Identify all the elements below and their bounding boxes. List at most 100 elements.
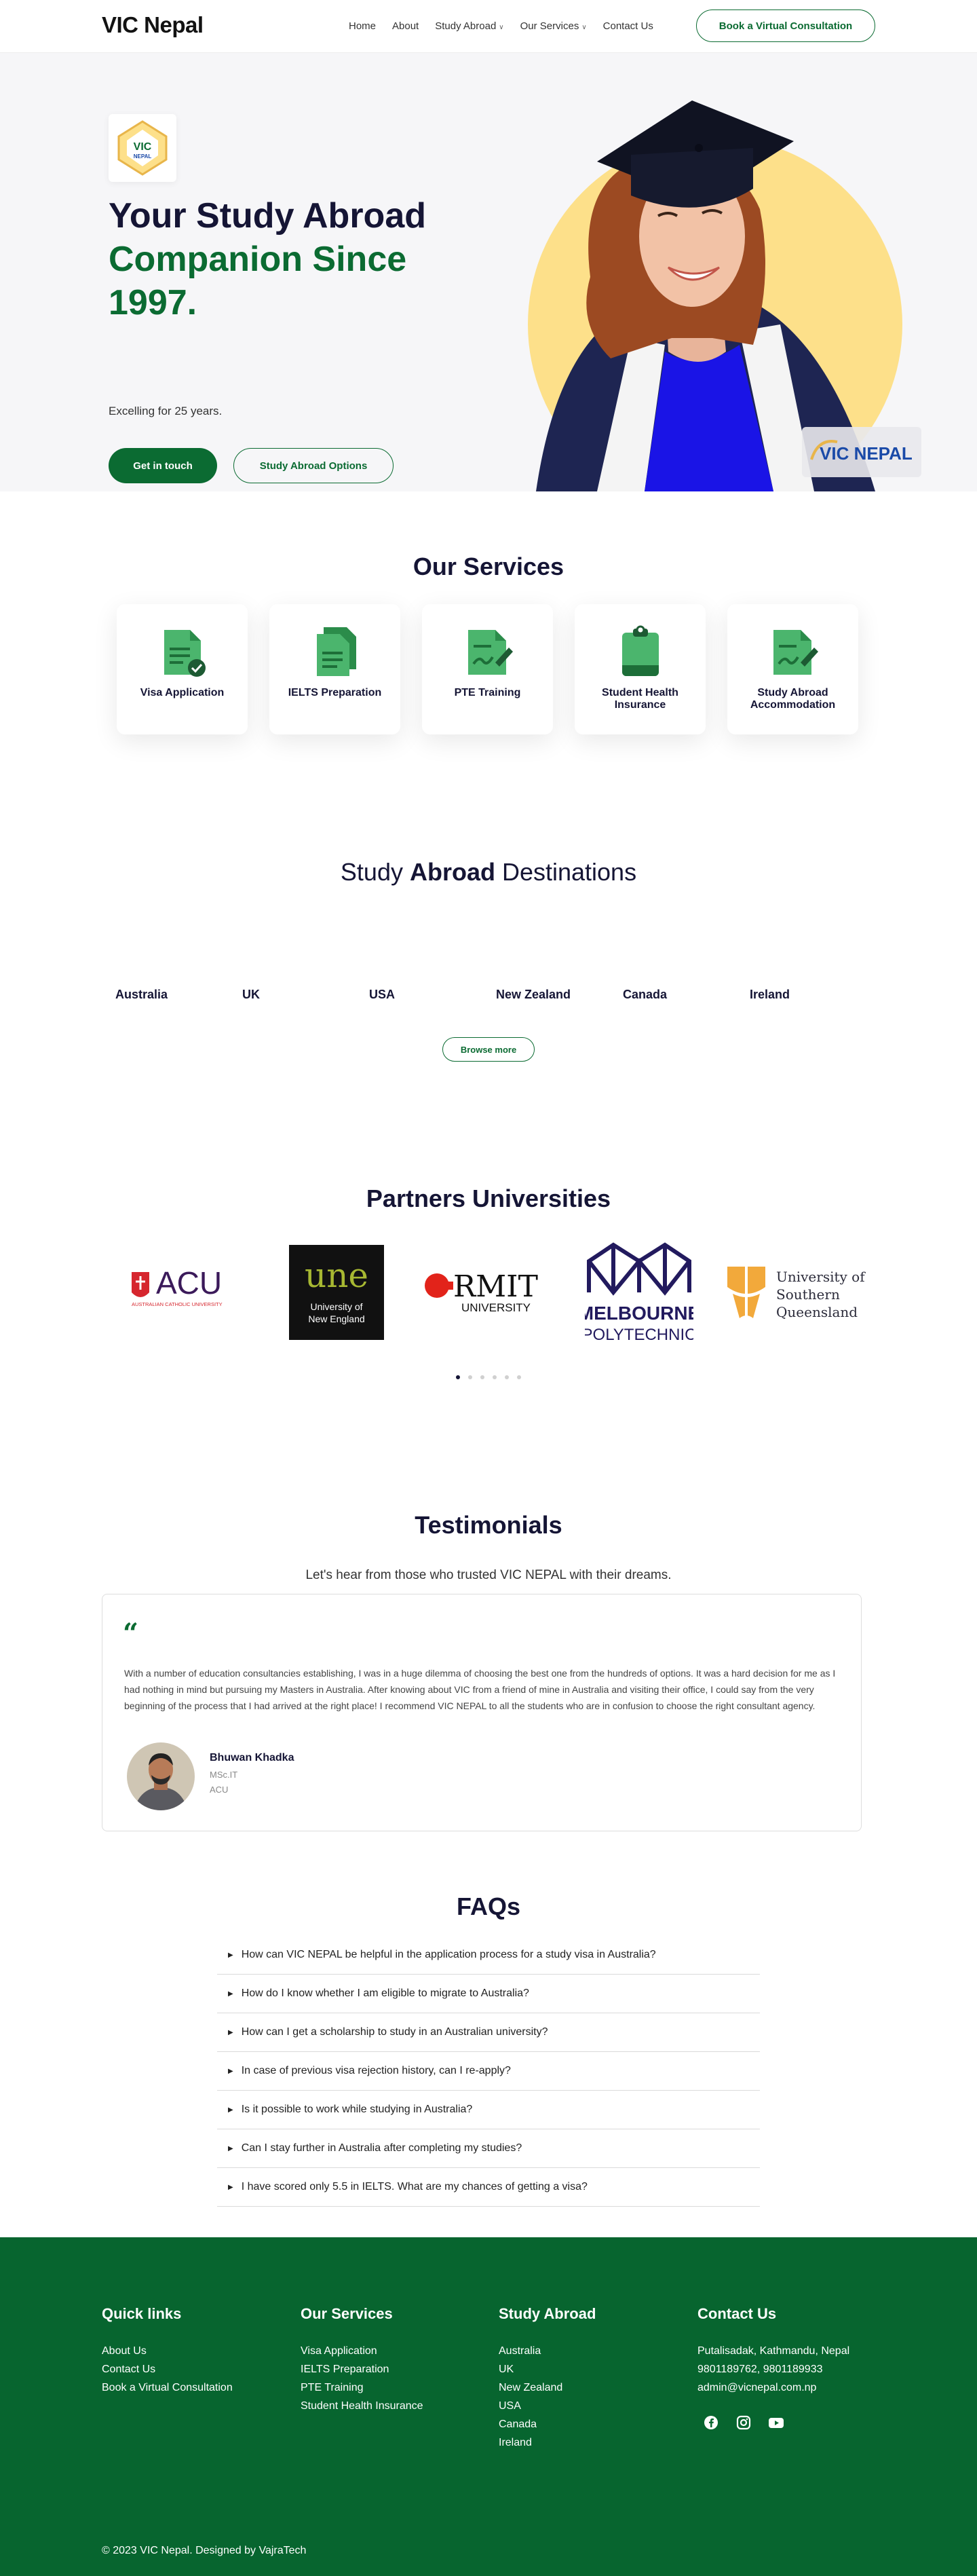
- vic-shield-icon: VIC NEPAL: [117, 120, 168, 176]
- partners-title: Partners Universities: [366, 1184, 611, 1212]
- testimonial-card: “ With a number of education consultanci…: [102, 1594, 862, 1831]
- acu-name: ACU: [156, 1265, 222, 1301]
- service-card-visa[interactable]: Visa Application: [117, 604, 248, 734]
- footer-link[interactable]: Visa Application: [301, 2342, 423, 2360]
- hero-title-line2: Companion Since: [109, 240, 407, 279]
- service-label: PTE Training: [454, 687, 521, 698]
- service-label: IELTS Preparation: [288, 687, 382, 698]
- usq-logo[interactable]: University of Southern Queensland: [723, 1264, 866, 1322]
- study-abroad-options-button[interactable]: Study Abroad Options: [233, 448, 394, 483]
- footer-link[interactable]: Australia: [499, 2342, 596, 2360]
- footer-link[interactable]: Student Health Insurance: [301, 2397, 423, 2415]
- caret-right-icon: ▶: [228, 2144, 233, 2152]
- testimonial-name: Bhuwan Khadka: [210, 1752, 294, 1763]
- hero-section: VIC NEPAL Your Study Abroad Companion Si…: [0, 53, 977, 491]
- faq-question: How can VIC NEPAL be helpful in the appl…: [241, 1949, 656, 1960]
- faq-question: Can I stay further in Australia after co…: [241, 2142, 522, 2154]
- destination-usa[interactable]: USA: [369, 988, 496, 1002]
- footer-link[interactable]: Contact Us: [102, 2360, 233, 2378]
- service-card-pte[interactable]: PTE Training: [422, 604, 553, 734]
- badge-vic-text: VIC: [134, 141, 152, 153]
- melbourne-polytechnic-logo[interactable]: MELBOURNE POLYTECHNIC: [585, 1241, 693, 1347]
- acu-logo[interactable]: ACU AUSTRALIAN CATHOLIC UNIVERSITY: [129, 1263, 244, 1317]
- destination-ireland[interactable]: Ireland: [750, 988, 877, 1002]
- footer-link[interactable]: USA: [499, 2397, 596, 2415]
- avatar: [127, 1742, 195, 1810]
- youtube-icon[interactable]: [767, 2413, 786, 2432]
- rmit-logo[interactable]: RMIT UNIVERSITY: [421, 1264, 556, 1318]
- hero-title-line3: 1997.: [109, 283, 197, 322]
- footer-link[interactable]: UK: [499, 2360, 596, 2378]
- quote-icon: “: [123, 1618, 139, 1649]
- nav-contact-us[interactable]: Contact Us: [603, 20, 653, 32]
- nav-study-abroad-label: Study Abroad: [435, 20, 497, 32]
- services-title: Our Services: [413, 553, 564, 580]
- footer-link[interactable]: Book a Virtual Consultation: [102, 2378, 233, 2397]
- document-pen-icon: [460, 624, 516, 680]
- footer-phone[interactable]: 9801189762, 9801189933: [697, 2360, 849, 2378]
- carousel-dot[interactable]: [493, 1375, 497, 1379]
- footer-link[interactable]: IELTS Preparation: [301, 2360, 423, 2378]
- nav-about[interactable]: About: [392, 20, 419, 32]
- caret-right-icon: ▶: [228, 2183, 233, 2191]
- hero-graduate-image: [528, 100, 902, 491]
- services-list: Visa Application IELTS Preparation PTE T…: [117, 604, 858, 734]
- destination-australia[interactable]: Australia: [115, 988, 242, 1002]
- footer-link[interactable]: PTE Training: [301, 2378, 423, 2397]
- document-pen-icon: [765, 624, 821, 680]
- carousel-dot[interactable]: [505, 1375, 509, 1379]
- caret-right-icon: ▶: [228, 1990, 233, 1998]
- testimonial-text: With a number of education consultancies…: [124, 1668, 836, 1711]
- footer-link[interactable]: About Us: [102, 2342, 233, 2360]
- clipboard-icon: [613, 624, 668, 680]
- footer-link[interactable]: Canada: [499, 2415, 596, 2433]
- faq-item[interactable]: ▶ How can VIC NEPAL be helpful in the app…: [217, 1936, 760, 1975]
- nav-study-abroad[interactable]: Study Abroad ∨: [435, 20, 503, 32]
- facebook-icon[interactable]: [702, 2413, 721, 2432]
- faq-item[interactable]: ▶ How do I know whether I am eligible to …: [217, 1975, 760, 2013]
- carousel-dot[interactable]: [468, 1375, 472, 1379]
- faq-item[interactable]: ▶ How can I get a scholarship to study in…: [217, 2013, 760, 2052]
- service-card-accommodation[interactable]: Study Abroad Accommodation: [727, 604, 858, 734]
- service-card-ielts[interactable]: IELTS Preparation: [269, 604, 400, 734]
- faq-item[interactable]: ▶ Can I stay further in Australia after c…: [217, 2129, 760, 2168]
- une-logo[interactable]: une University of New England: [289, 1245, 384, 1340]
- book-consultation-button[interactable]: Book a Virtual Consultation: [696, 10, 875, 42]
- site-logo[interactable]: VIC Nepal: [102, 12, 204, 38]
- acu-sub: AUSTRALIAN CATHOLIC UNIVERSITY: [132, 1301, 223, 1307]
- destination-canada[interactable]: Canada: [623, 988, 750, 1002]
- footer-link[interactable]: New Zealand: [499, 2378, 596, 2397]
- footer-heading: Study Abroad: [499, 2305, 596, 2322]
- destination-uk[interactable]: UK: [242, 988, 369, 1002]
- hero-title: Your Study Abroad Companion Since 1997.: [109, 194, 461, 324]
- carousel-dot[interactable]: [456, 1375, 460, 1379]
- faq-question: How can I get a scholarship to study in …: [241, 2026, 548, 2038]
- footer-contact: Contact Us Putalisadak, Kathmandu, Nepal…: [697, 2305, 849, 2432]
- faq-item[interactable]: ▶ I have scored only 5.5 in IELTS. What a…: [217, 2168, 760, 2207]
- badge-nepal-text: NEPAL: [134, 153, 152, 160]
- site-header: VIC Nepal Home About Study Abroad ∨ Our S…: [0, 0, 977, 53]
- watermark-text: VIC NEPAL: [820, 443, 913, 464]
- nav-contact-us-label: Contact Us: [602, 20, 653, 32]
- footer-link[interactable]: Ireland: [499, 2433, 596, 2452]
- service-card-health-insurance[interactable]: Student Health Insurance: [575, 604, 706, 734]
- usq-line1: University of: [776, 1269, 866, 1285]
- faq-item[interactable]: ▶ In case of previous visa rejection hist…: [217, 2052, 760, 2091]
- nav-our-services[interactable]: Our Services ∨: [520, 20, 587, 32]
- faq-item[interactable]: ▶ Is it possible to work while studying i…: [217, 2091, 760, 2129]
- instagram-icon[interactable]: [734, 2413, 753, 2432]
- carousel-dot[interactable]: [517, 1375, 521, 1379]
- testimonials-title: Testimonials: [415, 1511, 562, 1539]
- carousel-dot[interactable]: [480, 1375, 484, 1379]
- footer-email[interactable]: admin@vicnepal.com.np: [697, 2378, 849, 2397]
- nav-our-services-label: Our Services: [520, 20, 579, 32]
- destination-new-zealand[interactable]: New Zealand: [496, 988, 623, 1002]
- get-in-touch-button[interactable]: Get in touch: [109, 448, 217, 483]
- browse-more-button[interactable]: Browse more: [442, 1037, 535, 1062]
- footer-address: Putalisadak, Kathmandu, Nepal: [697, 2345, 850, 2357]
- nav-home[interactable]: Home: [349, 20, 376, 32]
- service-label: Study Abroad Accommodation: [750, 687, 836, 711]
- dest-title-bold: Abroad: [409, 858, 495, 886]
- footer-study-abroad: Study Abroad Australia UK New Zealand US…: [499, 2305, 596, 2452]
- vic-nepal-watermark-logo: VIC NEPAL: [802, 427, 921, 477]
